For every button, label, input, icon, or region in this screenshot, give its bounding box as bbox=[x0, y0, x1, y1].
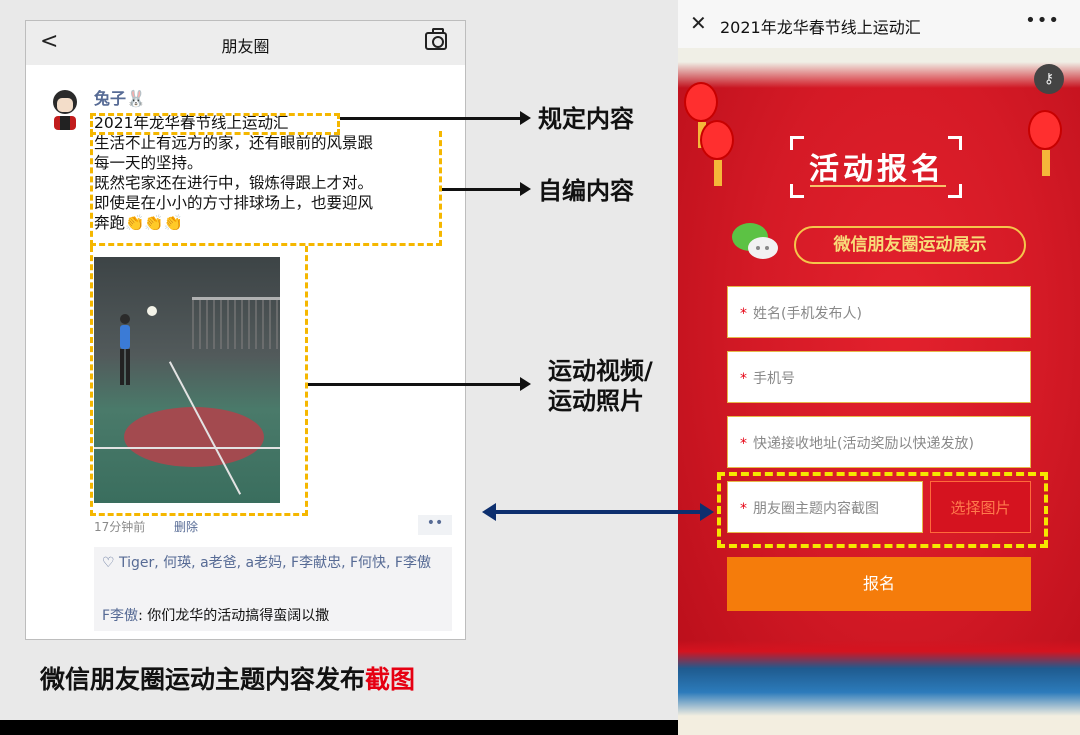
subtitle-pill: 微信朋友圈运动展示 bbox=[794, 226, 1026, 264]
window-title: 2021年龙华春节线上运动汇 bbox=[720, 18, 921, 37]
upload-highlight bbox=[717, 472, 1048, 548]
phone-field[interactable]: * 手机号 bbox=[727, 351, 1031, 403]
banner-underline bbox=[810, 185, 946, 187]
footer-caption-highlight: 截图 bbox=[365, 665, 416, 694]
comment: F李傲: 你们龙华的活动搞得蛮阔以撒 bbox=[102, 605, 329, 625]
comment-author[interactable]: F李傲 bbox=[102, 608, 138, 624]
post-username[interactable]: 兔子🐰 bbox=[94, 85, 146, 109]
avatar[interactable] bbox=[48, 86, 82, 130]
address-placeholder: * 快递接收地址(活动奖励以快递发放) bbox=[740, 433, 974, 453]
close-icon[interactable]: ✕ bbox=[690, 11, 707, 35]
likes-comments-box: ♡ Tiger, 何瑛, a老爸, a老妈, F李献忠, F何快, F李傲 F李… bbox=[94, 547, 452, 631]
annotation-fixed-content: 规定内容 bbox=[538, 105, 634, 133]
name-placeholder-text: 姓名(手机发布人) bbox=[753, 306, 862, 322]
connector-arrow-head-right bbox=[700, 503, 714, 521]
required-mark: * bbox=[740, 436, 747, 452]
address-field[interactable]: * 快递接收地址(活动奖励以快递发放) bbox=[727, 416, 1031, 468]
comment-text: : 你们龙华的活动搞得蛮阔以撒 bbox=[138, 608, 330, 624]
arrow-head bbox=[520, 111, 531, 125]
wave-decoration bbox=[678, 640, 1080, 735]
media-highlight bbox=[90, 246, 308, 516]
annotation-custom-content: 自编内容 bbox=[538, 177, 634, 205]
name-field[interactable]: * 姓名(手机发布人) bbox=[727, 286, 1031, 338]
phone-placeholder-text: 手机号 bbox=[753, 371, 795, 387]
required-mark: * bbox=[740, 306, 747, 322]
custom-content-highlight bbox=[90, 131, 442, 246]
wechat-icon bbox=[732, 223, 778, 259]
top-bar: ✕ 2021年龙华春节线上运动汇 ••• bbox=[678, 0, 1080, 48]
lantern-decoration bbox=[700, 120, 734, 186]
registration-panel: ✕ 2021年龙华春节线上运动汇 ••• ⚷ 活动报名 微信朋友圈运动展示 * 姓… bbox=[678, 0, 1080, 735]
bottom-band bbox=[0, 720, 678, 735]
required-mark: * bbox=[740, 371, 747, 387]
page-title: 朋友圈 bbox=[221, 37, 270, 56]
arrow-head bbox=[520, 377, 531, 391]
arrow-custom bbox=[442, 188, 522, 191]
annotation-media-line2: 运动照片 bbox=[548, 387, 644, 415]
lantern-decoration bbox=[1028, 110, 1062, 176]
cloud-decoration bbox=[678, 48, 1080, 88]
moments-header: < 朋友圈 bbox=[26, 21, 465, 65]
post-more-button[interactable]: •• bbox=[418, 515, 452, 535]
banner-title: 活动报名 bbox=[809, 152, 945, 187]
connector-arrow-head-left bbox=[482, 503, 496, 521]
annotation-media: 运动视频/ 运动照片 bbox=[548, 356, 653, 416]
phone-placeholder: * 手机号 bbox=[740, 368, 795, 388]
post-time: 17分钟前 bbox=[94, 520, 146, 534]
moments-screenshot-panel: < 朋友圈 兔子🐰 2021年龙华春节线上运动汇 生活不止有远方的家，还有眼前的… bbox=[0, 0, 678, 720]
lantern-decoration bbox=[684, 82, 718, 148]
connector-arrow bbox=[492, 510, 704, 514]
annotation-media-line1: 运动视频/ bbox=[548, 357, 653, 385]
arrow-fixed bbox=[340, 117, 522, 120]
delete-link[interactable]: 删除 bbox=[174, 518, 198, 535]
more-icon[interactable]: ••• bbox=[1025, 10, 1060, 31]
name-placeholder: * 姓名(手机发布人) bbox=[740, 303, 862, 323]
likes-list[interactable]: ♡ Tiger, 何瑛, a老爸, a老妈, F李献忠, F何快, F李傲 bbox=[102, 553, 447, 574]
key-icon[interactable]: ⚷ bbox=[1034, 64, 1064, 94]
footer-caption-main: 微信朋友圈运动主题内容发布 bbox=[40, 665, 366, 694]
submit-button[interactable]: 报名 bbox=[727, 557, 1031, 611]
address-placeholder-text: 快递接收地址(活动奖励以快递发放) bbox=[753, 436, 974, 452]
arrow-head bbox=[520, 182, 531, 196]
footer-caption: 微信朋友圈运动主题内容发布截图 bbox=[40, 660, 415, 696]
arrow-media bbox=[308, 383, 522, 386]
camera-icon[interactable] bbox=[425, 28, 447, 50]
